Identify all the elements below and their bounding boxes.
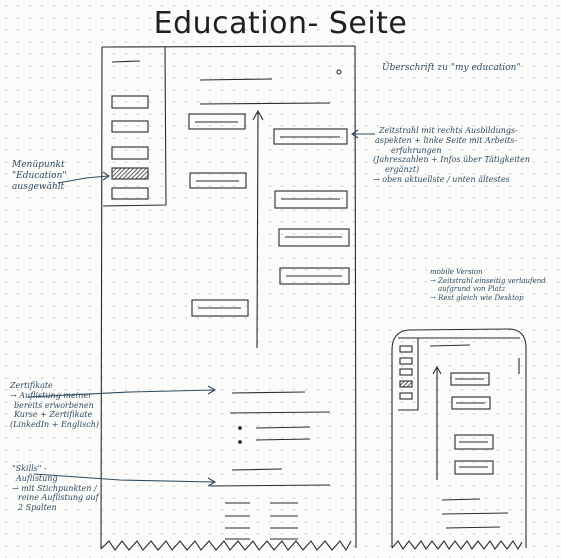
certificates-placeholder (229, 391, 331, 444)
timeline (188, 109, 350, 349)
annotation-line: Zeitstrahl mit rechts Ausbildungs- (379, 126, 518, 135)
annotation-line: → mit Stichpunkten / (12, 483, 97, 493)
annotation-menu: Menüpunkt "Education" ausgewählt (12, 160, 67, 193)
sidebar-item (111, 95, 149, 109)
annotation-line: Menüpunkt (12, 160, 65, 170)
annotation-line: "Education" (12, 170, 67, 181)
annotation-line: reine Auflistung auf (18, 493, 99, 503)
annotation-line: → Zeitstrahl einseitig verlaufend (430, 276, 546, 285)
sidebar-item (111, 120, 149, 133)
sidebar-item (111, 146, 149, 160)
annotation-line: (Jahreszahlen + Infos über Tätigkeiten (373, 155, 531, 165)
annotation-line: (LinkedIn + Englisch) (10, 420, 100, 429)
sidebar (102, 46, 167, 207)
annotation-line: erfahrungen (391, 145, 442, 155)
annotation-line: ausgewählt (12, 181, 65, 192)
mobile-frame (391, 328, 527, 551)
sidebar-item-education-selected (111, 167, 149, 180)
annotation-line: → Auflistung meiner (10, 390, 92, 400)
annotation-skills: "Skills" - Auflistung → mit Stichpunkten… (12, 464, 99, 513)
annotation-timeline: Zeitstrahl mit rechts Ausbildungs- aspek… (373, 126, 530, 185)
annotation-line: Kurse + Zertifikate (14, 410, 93, 420)
sidebar-item (111, 187, 149, 200)
skills-placeholder (209, 468, 331, 540)
annotation-mobile: mobile Version → Zeitstrahl einseitig ve… (430, 268, 546, 302)
annotation-line: bereits erworbenen (14, 400, 94, 410)
annotation-line: Auflistung (16, 473, 58, 483)
annotation-line: aufgrund von Platz (438, 285, 506, 294)
annotation-line: → Rest gleich wie Desktop (430, 293, 524, 302)
annotation-line: → oben aktuellste / unten ältestes (373, 174, 510, 184)
annotation-line: "Skills" - (12, 464, 47, 473)
annotation-line: mobile Version (430, 268, 483, 276)
annotation-line: 2 Spalten (18, 503, 57, 512)
annotation-line: Zertifikate (10, 381, 53, 390)
annotation-line: aspekten + linke Seite mit Arbeits- (375, 135, 518, 145)
annotation-certificates: Zertifikate → Auflistung meiner bereits … (10, 381, 99, 430)
annotation-line: ergänzt) (385, 165, 420, 174)
annotation-heading: Überschrift zu "my education" (382, 63, 521, 73)
heading-placeholder (199, 69, 342, 105)
